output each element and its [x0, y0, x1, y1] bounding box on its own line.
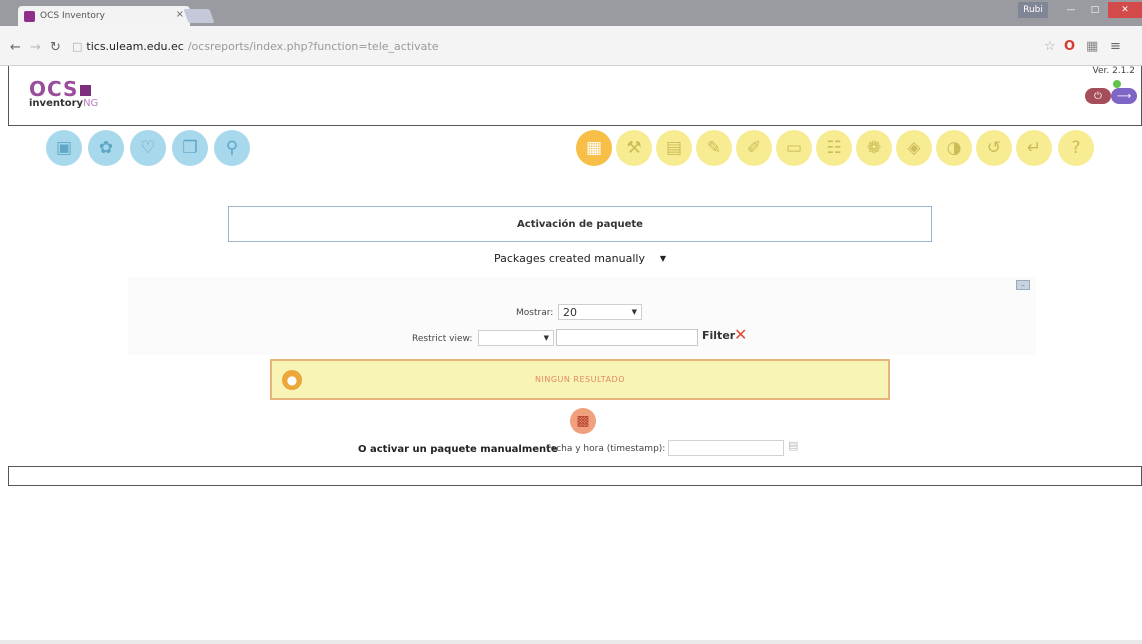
close-tab-icon[interactable]: × [176, 9, 184, 20]
puzzle-icon[interactable]: ◈ [896, 130, 932, 166]
refresh-icon[interactable]: ↺ [976, 130, 1012, 166]
devices-icon[interactable]: ☷ [816, 130, 852, 166]
logo-square-icon [80, 85, 92, 96]
window-user-badge[interactable]: Rubi [1018, 2, 1048, 18]
notes-icon[interactable]: ✎ [696, 130, 732, 166]
bookmark-star-icon[interactable]: ☆ [1044, 39, 1056, 54]
chevron-down-icon: ▼ [631, 308, 637, 316]
url-host: tics.uleam.edu.ec [86, 40, 184, 53]
filter-button[interactable]: Filter [702, 329, 735, 342]
logo-ng: NG [83, 98, 99, 109]
deployment-icon[interactable]: ▦ [576, 130, 612, 166]
groups-icon[interactable]: ❐ [172, 130, 208, 166]
mostrar-label: Mostrar: [516, 308, 554, 318]
section-header: Activación de paquete [228, 206, 932, 242]
status-dot-icon [1113, 80, 1121, 88]
chevron-down-icon: ▼ [659, 253, 666, 263]
logo-sub: inventory [29, 98, 84, 109]
minimize-icon[interactable]: — [1060, 2, 1082, 18]
restrict-view-select[interactable]: ▼ [478, 330, 554, 346]
browser-toolbar: ← → ↻ □ tics.uleam.edu.ec /ocsreports/in… [0, 26, 1142, 66]
url-path: /ocsreports/index.php?function=tele_acti… [187, 40, 439, 53]
timestamp-input[interactable] [668, 440, 784, 456]
help-icon[interactable]: ? [1058, 130, 1094, 166]
version-label: Ver. 2.1.2 [1092, 66, 1136, 76]
menu-icon[interactable]: ≡ [1110, 39, 1121, 54]
extension-icon[interactable]: ▦ [1086, 39, 1098, 54]
no-results-text: NINGUN RESULTADO [534, 375, 625, 384]
package-type-value: Packages created manually [494, 251, 645, 265]
page-title: Activación de paquete [517, 218, 643, 230]
ocs-favicon-icon [24, 10, 35, 22]
footer-bar [8, 466, 1142, 486]
manual-activation-label: O activar un paquete manualmente [358, 444, 558, 455]
browser-titlebar: OCS Inventory × Rubi — □ ✕ [0, 0, 1142, 26]
bottom-divider [0, 640, 1142, 644]
power-icon[interactable]: ⏻ [1085, 88, 1111, 104]
mostrar-select[interactable]: 20 ▼ [558, 304, 642, 320]
tab-title: OCS Inventory [40, 11, 105, 21]
warning-icon: ● [282, 370, 302, 390]
plugins-icon[interactable]: ❁ [856, 130, 892, 166]
calendar-picker-icon[interactable]: ▤ [788, 439, 798, 452]
address-bar[interactable]: □ tics.uleam.edu.ec /ocsreports/index.ph… [72, 40, 439, 53]
config-icon[interactable]: ◑ [936, 130, 972, 166]
reload-icon[interactable]: ↻ [50, 40, 61, 55]
page-icon: □ [72, 40, 83, 53]
timestamp-label: Fecha y hora (timestamp): [546, 444, 666, 454]
back-arrow-icon[interactable]: ← [10, 40, 21, 55]
browser-tab[interactable]: OCS Inventory × [18, 6, 190, 26]
chevron-down-icon: ▼ [543, 334, 549, 342]
mostrar-value: 20 [563, 305, 577, 319]
collapse-button[interactable]: – [1016, 280, 1030, 290]
package-icon: ▩ [570, 408, 596, 434]
filter-input[interactable] [556, 329, 698, 346]
app-header: OCS inventoryNG Ver. 2.1.2 ⏻ ⟶ [8, 66, 1142, 126]
close-window-icon[interactable]: ✕ [1108, 2, 1142, 18]
ocs-logo[interactable]: OCS inventoryNG [29, 79, 119, 116]
calendar-icon[interactable]: ▤ [656, 130, 692, 166]
package-type-select[interactable]: Packages created manually ▼ [490, 249, 670, 267]
logout-icon[interactable]: ⟶ [1111, 88, 1137, 104]
administration-icon[interactable]: ⚒ [616, 130, 652, 166]
search-icon[interactable]: ⚲ [214, 130, 250, 166]
forward-arrow-icon[interactable]: → [30, 40, 41, 55]
maximize-icon[interactable]: □ [1084, 2, 1106, 18]
clear-filter-icon[interactable]: ✕ [734, 325, 747, 344]
folder-icon[interactable]: ▭ [776, 130, 812, 166]
return-icon[interactable]: ↵ [1016, 130, 1052, 166]
computers-icon[interactable]: ▣ [46, 130, 82, 166]
new-tab-button[interactable] [183, 9, 215, 23]
edit-icon[interactable]: ✐ [736, 130, 772, 166]
restrict-view-label: Restrict view: [412, 334, 473, 344]
software-icon[interactable]: ♡ [130, 130, 166, 166]
no-results-banner: ● NINGUN RESULTADO [270, 359, 890, 400]
opera-icon[interactable]: O [1064, 39, 1075, 54]
network-icon[interactable]: ✿ [88, 130, 124, 166]
